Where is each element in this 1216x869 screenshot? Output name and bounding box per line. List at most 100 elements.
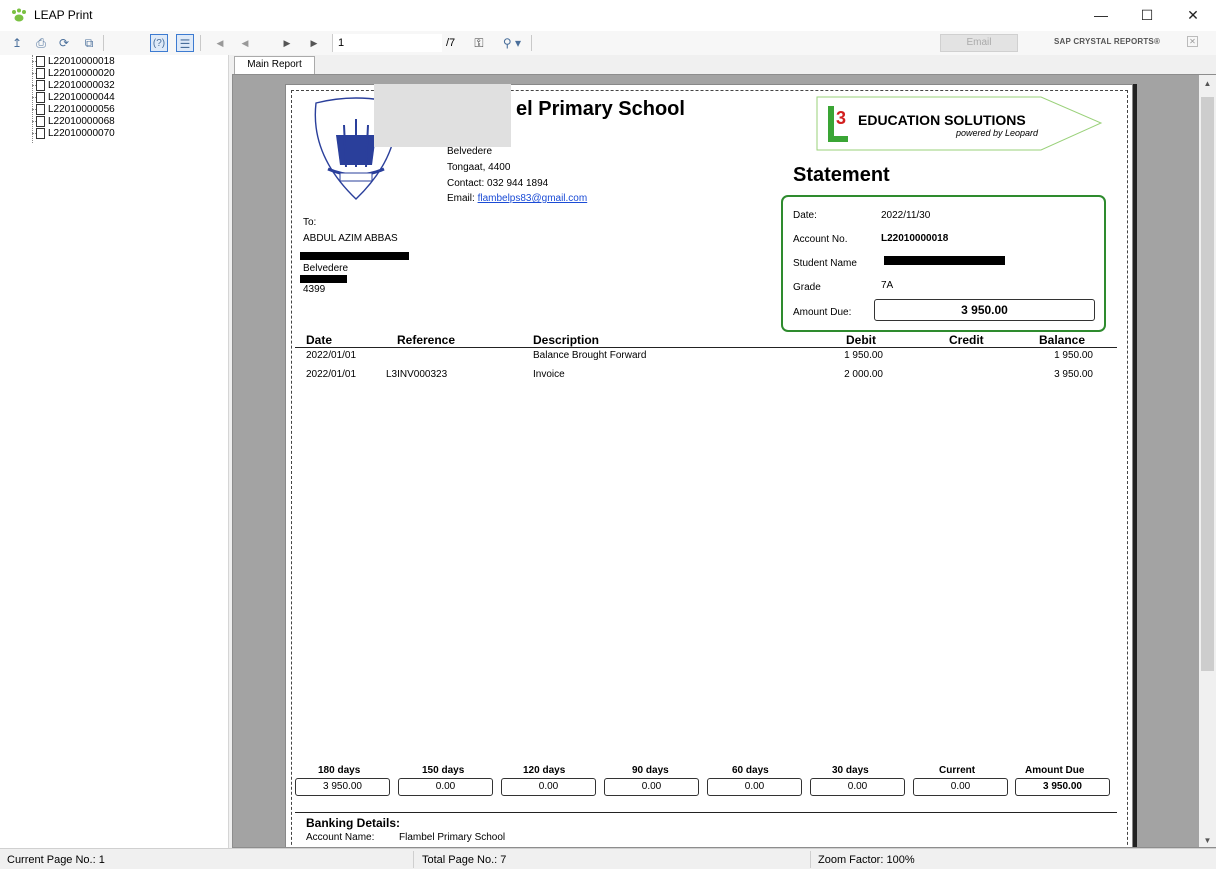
tree-item[interactable]: L22010000056 [48,104,115,116]
tree-item[interactable]: L22010000018 [48,56,115,68]
title-bar: LEAP Print — ☐ ✕ [0,0,1216,31]
toolbar: ↥ ⎙ ⟳ ⧉ (?) ☰ ◀​ ◀ ▶ ▶​ 1 /7 ⚿ ⚲ ▾ Email… [0,31,1216,55]
tree-item[interactable]: L22010000068 [48,116,115,128]
scroll-down-icon[interactable]: ▼ [1199,832,1216,847]
aging-label: 60 days [732,765,769,776]
refresh-icon[interactable]: ⟳ [55,34,73,52]
account-no: L22010000018 [881,233,949,244]
school-address-line: Tongaat, 4400 [447,162,511,173]
grade-label: Grade [793,282,821,293]
tree-connector [32,55,33,143]
zoom-status: Zoom Factor: 100% [818,854,915,866]
tree-item[interactable]: L22010000070 [48,128,115,140]
logo-subtext: powered by Leopard [956,128,1039,138]
email-label: Email: [447,193,478,204]
aging-label: Current [939,765,976,776]
account-name-label: Account Name: [306,832,375,843]
row-balance: 1 950.00 [1054,350,1093,361]
document-icon [36,68,45,79]
aging-amount-due: 3 950.00 [1015,778,1110,796]
report-viewer[interactable]: el Primary School Belvedere Tongaat, 440… [232,74,1216,848]
row-date: 2022/01/01 [306,369,357,380]
aging-value: 0.00 [913,778,1008,796]
group-tree-toggle-icon[interactable]: ☰ [176,34,194,52]
banking-title: Banking Details: [306,816,401,830]
grade-value: 7A [881,280,894,291]
window-title: LEAP Print [34,8,93,22]
row-description: Invoice [533,369,565,380]
column-header-debit: Debit [846,333,876,347]
close-brand-icon[interactable]: ✕ [1187,36,1198,47]
previous-page-icon[interactable]: ◀ [236,34,254,52]
column-header-credit: Credit [949,333,984,347]
page-number-input[interactable]: 1 [332,34,442,52]
minimize-button[interactable]: — [1078,0,1124,31]
current-page-status: Current Page No.: 1 [7,854,105,866]
amount-due-value: 3 950.00 [874,299,1095,321]
report-tab-bar: Main Report [229,55,1216,74]
l3-logo: 3 EDUCATION SOLUTIONS powered by Leopard [816,96,1103,151]
student-name-label: Student Name [793,258,857,269]
tab-main-report[interactable]: Main Report [234,56,315,74]
aging-value: 0.00 [810,778,905,796]
school-contact: Contact: 032 944 1894 [447,178,549,189]
logo-text: EDUCATION SOLUTIONS [858,112,1026,128]
row-debit: 1 950.00 [844,350,883,361]
document-icon [36,128,45,139]
scroll-thumb[interactable] [1201,97,1214,671]
next-page-icon[interactable]: ▶ [278,34,296,52]
aging-value: 0.00 [707,778,802,796]
print-icon[interactable]: ⎙ [32,34,50,52]
aging-value: 3 950.00 [295,778,390,796]
amount-due-label: Amount Due: [793,307,852,318]
account-no-label: Account No. [793,234,848,245]
aging-label: 120 days [523,765,566,776]
total-pages-status: Total Page No.: 7 [422,854,507,866]
column-header-description: Description [533,333,600,347]
last-page-icon[interactable]: ▶​ [305,34,323,52]
account-name-value: Flambel Primary School [399,832,506,843]
logo-mark: 3 [836,108,847,128]
redacted-student-name [884,256,1005,265]
app-window: LEAP Print — ☐ ✕ ↥ ⎙ ⟳ ⧉ (?) ☰ ◀​ ◀ ▶ ▶​… [0,0,1216,869]
aging-label: 150 days [422,765,465,776]
column-header-balance: Balance [1039,333,1086,347]
header-rule [295,347,1117,348]
column-header-date: Date [306,333,333,347]
binoculars-icon[interactable]: ⚿ [470,34,488,52]
redacted-block [374,84,511,147]
help-icon[interactable]: (?) [150,34,168,52]
brand-label: SAP CRYSTAL REPORTS® [1054,37,1161,46]
export-icon[interactable]: ↥ [8,34,26,52]
scroll-up-icon[interactable]: ▲ [1199,75,1216,92]
aging-label: 180 days [318,765,361,776]
tree-item[interactable]: L22010000020 [48,68,115,80]
aging-label: 30 days [832,765,869,776]
aging-label: Amount Due [1025,765,1085,776]
school-address-line: Belvedere [447,146,493,157]
status-separator [810,851,811,868]
paw-icon [12,8,26,22]
group-tree: L22010000018 L22010000020 L22010000032 L… [0,55,229,848]
tree-item[interactable]: L22010000044 [48,92,115,104]
school-name: el Primary School [516,98,685,120]
school-email-link[interactable]: flambelps83@gmail.com [478,193,588,204]
vertical-scrollbar[interactable]: ▲ ▼ [1199,75,1216,847]
close-button[interactable]: ✕ [1170,0,1216,31]
column-header-reference: Reference [397,333,456,347]
row-balance: 3 950.00 [1054,369,1093,380]
redacted-address-line [300,275,347,283]
zoom-dropdown-icon[interactable]: ⚲ ▾ [497,34,527,52]
copy-icon[interactable]: ⧉ [80,34,98,52]
redacted-address-line [300,252,409,260]
first-page-icon[interactable]: ◀​ [211,34,229,52]
aging-value: 0.00 [501,778,596,796]
recipient-name: ABDUL AZIM ABBAS [303,233,398,244]
row-reference: L3INV000323 [386,369,448,380]
maximize-button[interactable]: ☐ [1124,0,1170,31]
row-debit: 2 000.00 [844,369,883,380]
tree-item[interactable]: L22010000032 [48,80,115,92]
page-total-label: /7 [446,37,456,49]
status-bar: Current Page No.: 1 Total Page No.: 7 Zo… [0,848,1216,869]
email-button[interactable]: Email [940,34,1018,52]
